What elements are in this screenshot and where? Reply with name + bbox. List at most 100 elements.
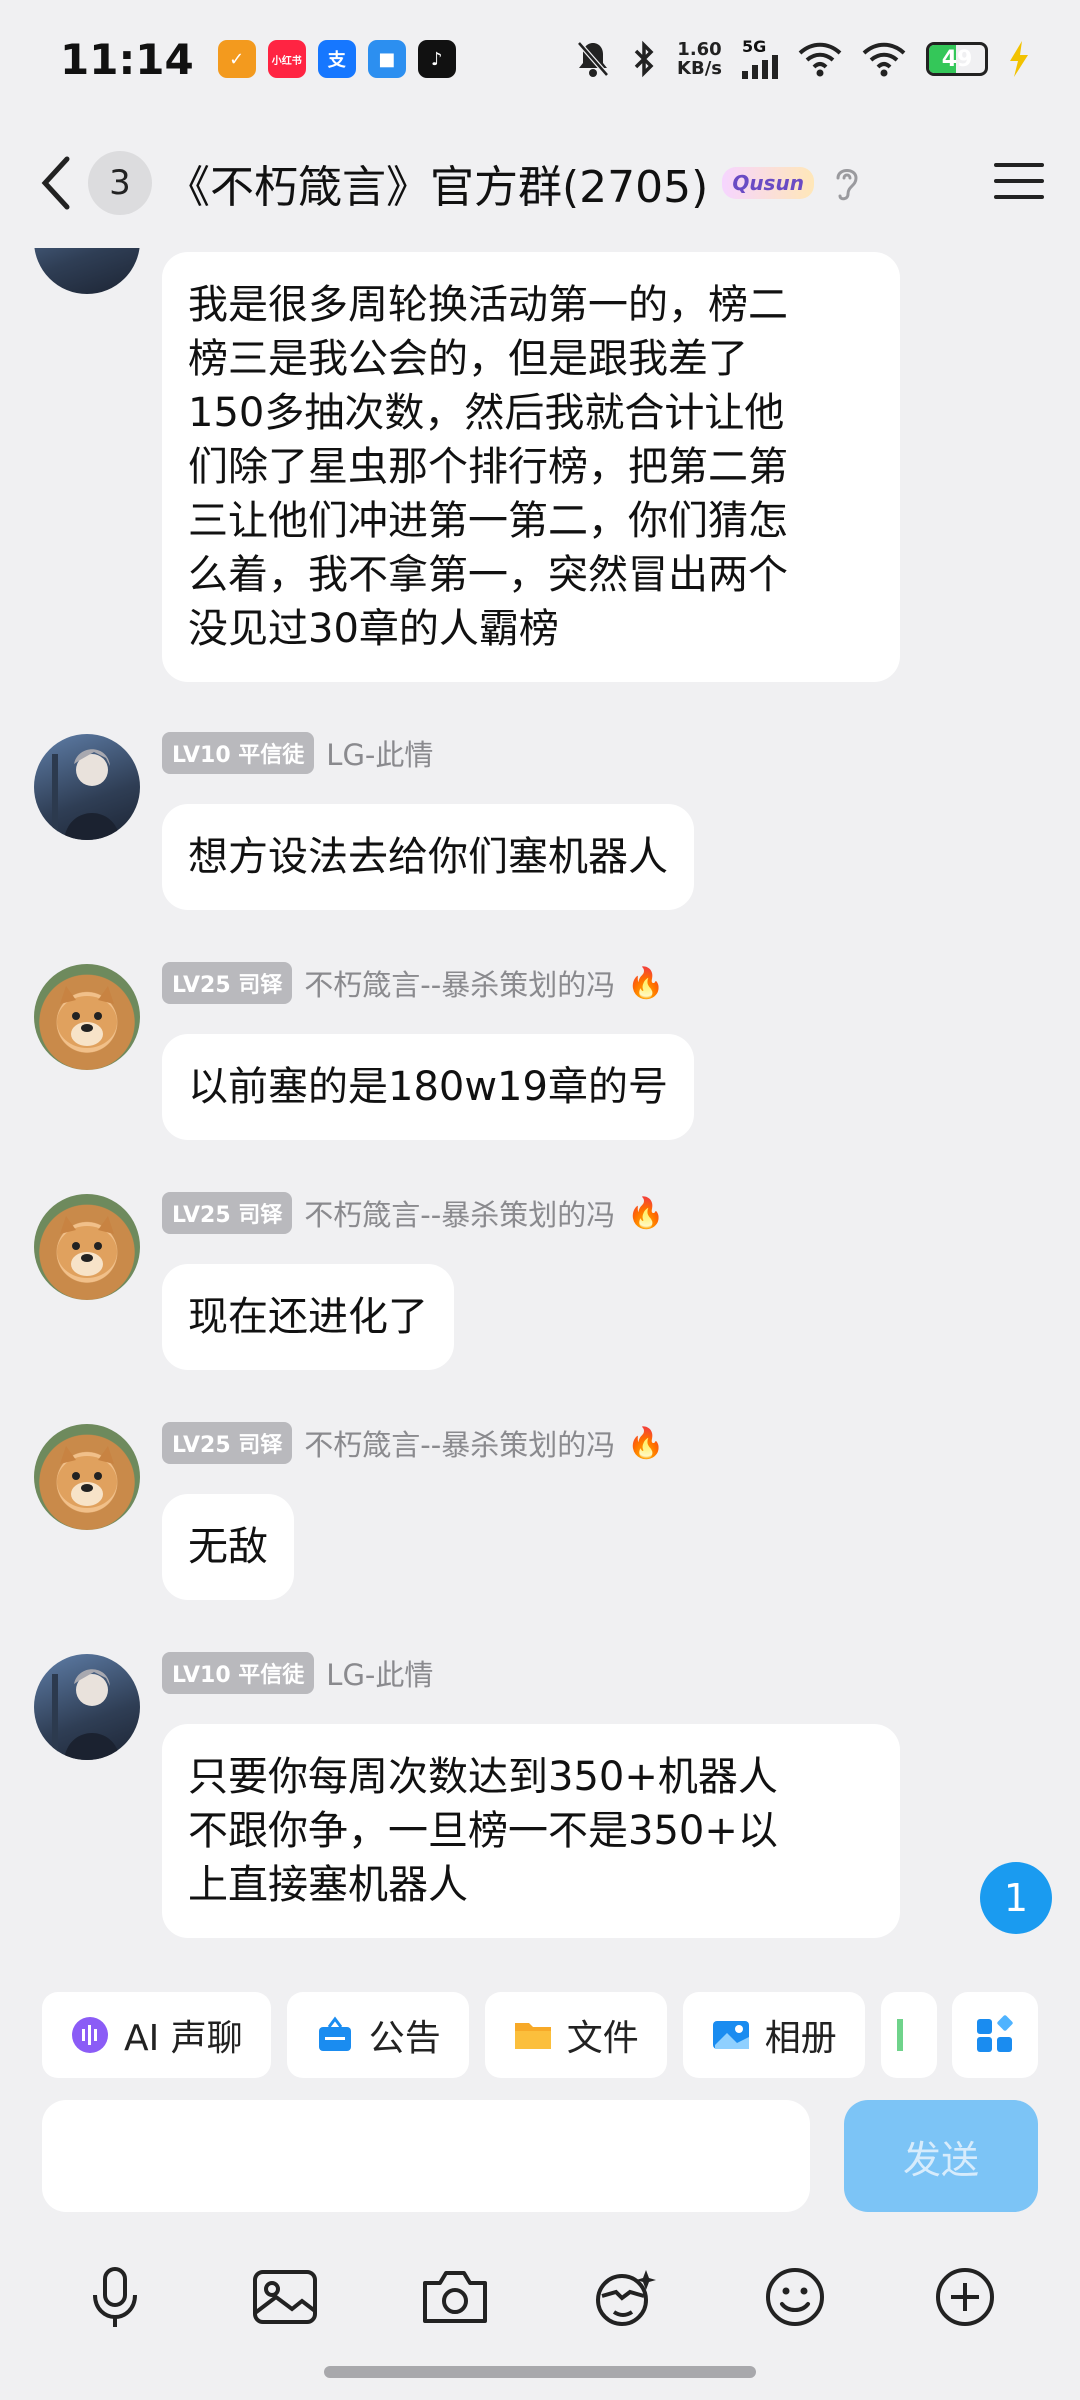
message-meta: LV10 平信徒 LG-此情 [162, 1652, 433, 1694]
folder-icon [514, 2023, 551, 2049]
avatar[interactable] [34, 964, 140, 1070]
home-indicator[interactable] [324, 2366, 756, 2378]
menu-button[interactable] [994, 161, 1044, 205]
level-badge: LV25 司铎 [162, 1192, 293, 1234]
battery-indicator: 49 [926, 42, 988, 76]
add-more-button[interactable] [925, 2257, 1005, 2337]
sender-nickname[interactable]: LG-此情 [326, 732, 433, 774]
level-badge: LV25 司铎 [162, 962, 293, 1004]
signal-bars-icon [742, 55, 778, 79]
quick-action-label: 公告 [368, 2018, 441, 2059]
sender-nickname[interactable]: 不朽箴言--暴杀策划的冯 [304, 1422, 615, 1464]
image-icon [253, 2270, 317, 2324]
mute-bell-icon [577, 41, 609, 77]
ai-voice-icon [72, 2017, 108, 2053]
tiktok-icon: ♪ [417, 40, 456, 78]
message-input[interactable] [42, 2100, 810, 2212]
wifi-icon [798, 42, 842, 77]
message-meta: LV25 司铎 不朽箴言--暴杀策划的冯 🔥 [162, 962, 665, 1004]
level-badge: LV25 司铎 [162, 1422, 293, 1464]
chevron-left-icon [41, 156, 70, 210]
fire-icon: 🔥 [627, 1425, 665, 1461]
quick-action-label: AI 声聊 [124, 2018, 243, 2059]
quick-action-partial[interactable] [880, 1992, 937, 2078]
quick-action-announcement[interactable]: 公告 [286, 1992, 469, 2078]
group-title[interactable]: 《不朽箴言》官方群(2705) [166, 151, 708, 215]
album-icon [712, 2021, 749, 2049]
chat-message-list[interactable]: 我是很多周轮换活动第一的，榜二 榜三是我公会的，但是跟我差了 150多抽次数，然… [0, 248, 1080, 1968]
apps-grid-icon [977, 2015, 1013, 2052]
hamburger-menu-icon [994, 163, 1044, 199]
more-apps-button[interactable] [952, 1992, 1038, 2078]
announcement-icon [318, 2016, 351, 2051]
quick-action-ai-voice[interactable]: AI 声聊 [42, 1992, 271, 2078]
camera-button[interactable] [415, 2257, 495, 2337]
message-bubble[interactable]: 现在还进化了 [162, 1264, 454, 1370]
quick-action-label: 文件 [566, 2018, 639, 2059]
sender-nickname[interactable]: 不朽箴言--暴杀策划的冯 [304, 962, 615, 1004]
partial-action-icon [896, 2019, 903, 2051]
face-effect-icon [596, 2270, 656, 2326]
microphone-icon [93, 2267, 137, 2327]
status-bar: 11:14 ✓ 小红书 支 ■ ♪ 1.60 KB/s 5G 49 [0, 0, 1080, 118]
send-button[interactable]: 发送 [844, 2100, 1038, 2212]
battery-level: 49 [941, 46, 973, 72]
emoji-icon [766, 2268, 824, 2326]
anime-character-avatar-icon [52, 749, 120, 840]
face-effect-button[interactable] [585, 2257, 665, 2337]
input-tools-row [0, 2232, 1080, 2362]
level-badge: LV10 平信徒 [162, 1652, 315, 1694]
shiba-dog-avatar-icon [57, 986, 117, 1048]
cellular-signal: 5G [742, 39, 778, 79]
avatar[interactable] [34, 1654, 140, 1760]
unread-count-badge[interactable]: 3 [88, 151, 152, 215]
image-picker-button[interactable] [245, 2257, 325, 2337]
message-meta: LV25 司铎 不朽箴言--暴杀策划的冯 🔥 [162, 1422, 665, 1464]
signal-label: 5G [742, 37, 767, 56]
charging-icon [1010, 41, 1028, 77]
quick-action-label: 相册 [764, 2018, 837, 2059]
message-meta: LV10 平信徒 LG-此情 [162, 732, 433, 774]
shiba-dog-avatar-icon [57, 1216, 117, 1278]
status-time: 11:14 [60, 34, 194, 84]
message-bubble[interactable]: 我是很多周轮换活动第一的，榜二 榜三是我公会的，但是跟我差了 150多抽次数，然… [162, 252, 900, 682]
message-bubble[interactable]: 以前塞的是180w19章的号 [162, 1034, 694, 1140]
app-orange-icon: ✓ [217, 40, 256, 78]
app-blue-icon: ■ [367, 40, 406, 78]
avatar[interactable] [34, 1424, 140, 1530]
input-toolbar: AI 声聊 公告 文件 相册 发送 [0, 1968, 1080, 2400]
network-speed: 1.60 KB/s [677, 39, 722, 79]
group-tag-badge: Qusun [722, 167, 814, 199]
plus-icon [936, 2268, 994, 2326]
new-message-indicator[interactable]: 1 [980, 1862, 1052, 1934]
avatar[interactable] [34, 1194, 140, 1300]
fire-icon: 🔥 [627, 1195, 665, 1231]
message-bubble[interactable]: 无敌 [162, 1494, 294, 1600]
camera-icon [423, 2271, 487, 2323]
chat-header: 3 《不朽箴言》官方群(2705) Qusun [0, 118, 1080, 248]
message-bubble[interactable]: 只要你每周次数达到350+机器人 不跟你争，一旦榜一不是350+以 上直接塞机器… [162, 1724, 900, 1938]
quick-action-files[interactable]: 文件 [484, 1992, 667, 2078]
notification-app-icons: ✓ 小红书 支 ■ ♪ [217, 40, 456, 78]
sender-nickname[interactable]: LG-此情 [326, 1652, 433, 1694]
bluetooth-icon [634, 40, 654, 78]
avatar[interactable] [34, 734, 140, 840]
sender-nickname[interactable]: 不朽箴言--暴杀策划的冯 [304, 1192, 615, 1234]
status-indicators: 1.60 KB/s 5G 49 [575, 39, 1030, 79]
emoji-button[interactable] [755, 2257, 835, 2337]
quick-action-row: AI 声聊 公告 文件 相册 [42, 1992, 937, 2078]
avatar[interactable] [34, 248, 140, 294]
shiba-dog-avatar-icon [57, 1446, 117, 1508]
alipay-icon: 支 [317, 40, 356, 78]
voice-input-button[interactable] [75, 2257, 155, 2337]
anime-character-avatar-icon [52, 1669, 120, 1760]
message-meta: LV25 司铎 不朽箴言--暴杀策划的冯 🔥 [162, 1192, 665, 1234]
ear-icon[interactable] [832, 162, 862, 204]
quick-action-album[interactable]: 相册 [682, 1992, 865, 2078]
level-badge: LV10 平信徒 [162, 732, 315, 774]
xiaohongshu-icon: 小红书 [267, 40, 306, 78]
fire-icon: 🔥 [627, 965, 665, 1001]
wifi-secondary-icon [862, 42, 906, 77]
message-bubble[interactable]: 想方设法去给你们塞机器人 [162, 804, 694, 910]
back-button[interactable] [36, 148, 76, 218]
